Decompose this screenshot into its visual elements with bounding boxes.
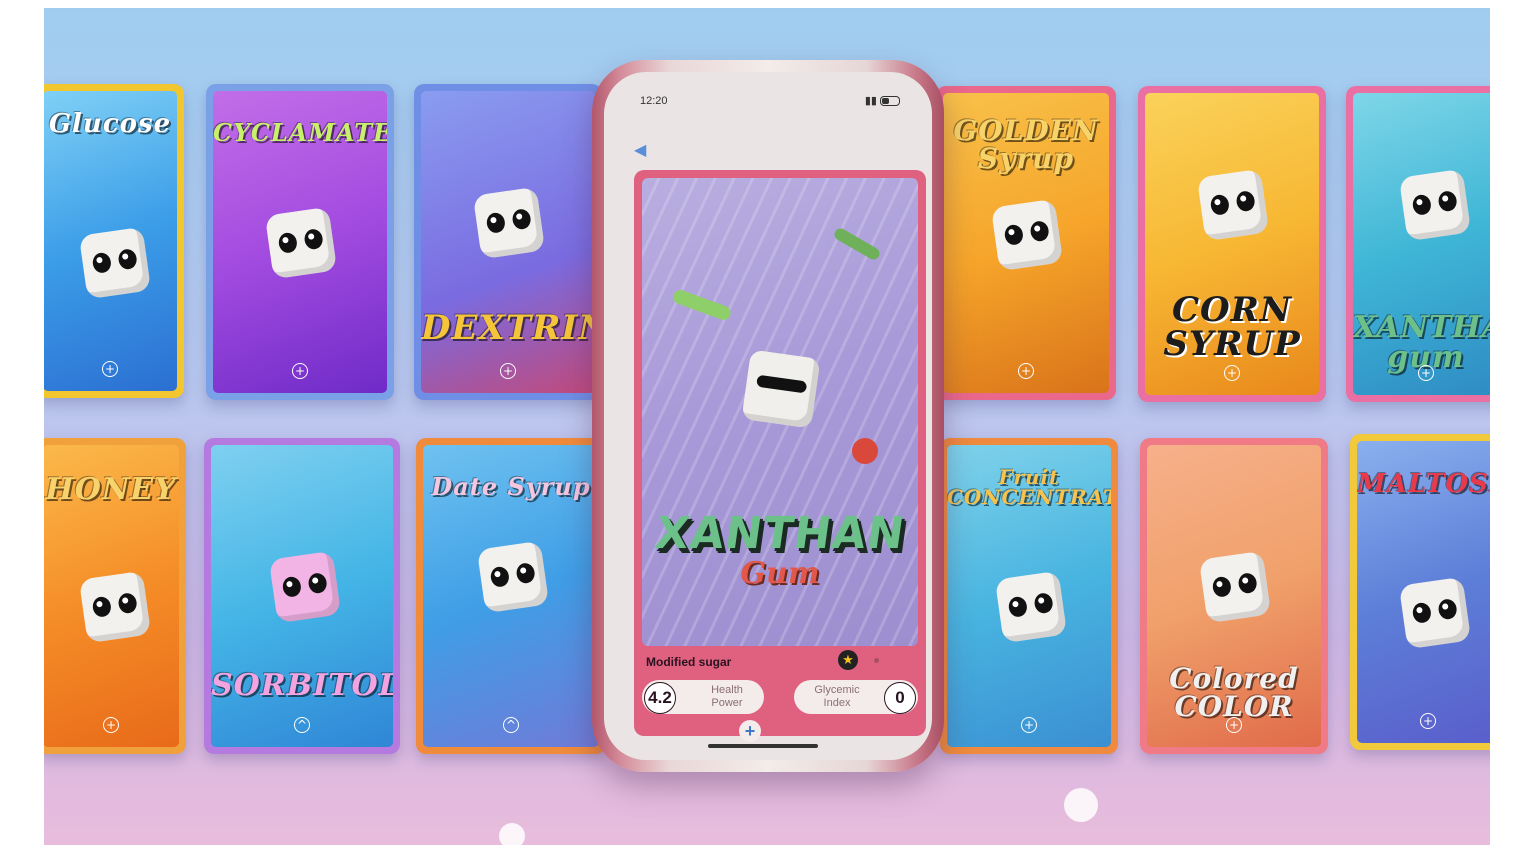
page-dot — [874, 658, 879, 663]
add-card-icon[interactable]: + — [292, 363, 308, 379]
card-title: HONEY — [45, 472, 177, 507]
card-glucose[interactable]: Glucose + — [44, 84, 184, 398]
mascot — [1198, 550, 1272, 624]
bokeh-light — [499, 823, 525, 845]
gallery-stage: Glucose + CYCLAMATE + DEXTRIN + GOLDEN S… — [44, 8, 1490, 845]
bokeh-light — [1064, 788, 1098, 822]
mascot — [476, 540, 550, 614]
add-card-icon[interactable]: + — [1018, 363, 1034, 379]
signal-icon: ▮▮ — [864, 95, 877, 107]
mascot — [264, 206, 338, 280]
card-title: Glucose — [48, 109, 172, 139]
glycemic-index-label: Glycemic Index — [814, 684, 860, 709]
featured-card-art: XANTHAN Gum — [642, 178, 918, 646]
home-indicator[interactable] — [708, 744, 818, 748]
back-arrow-icon[interactable]: ◀ — [634, 140, 646, 160]
battery-icon — [880, 96, 900, 107]
add-card-icon[interactable]: + — [1224, 365, 1240, 381]
phone-screen: 12:20 ▮▮ ◀ XANTHAN Gum Modified sugar ★ … — [604, 72, 932, 760]
card-dextrin[interactable]: DEXTRIN + — [414, 84, 602, 400]
add-card-icon[interactable]: + — [1021, 717, 1037, 733]
card-title: CORN SYRUP — [1163, 290, 1301, 364]
card-xanthan-gum[interactable]: XANTHAN gum + — [1346, 86, 1490, 402]
card-title: MALTOSE — [1357, 469, 1490, 499]
card-title: SORBITOL — [211, 668, 393, 703]
card-sorbitol[interactable]: SORBITOL ^ — [204, 438, 400, 754]
card-honey[interactable]: HONEY + — [44, 438, 186, 754]
phone-mockup: 12:20 ▮▮ ◀ XANTHAN Gum Modified sugar ★ … — [592, 60, 944, 772]
status-time: 12:20 — [640, 95, 668, 107]
expand-card-icon[interactable]: ^ — [503, 717, 519, 733]
card-title: XANTHAN gum — [1353, 310, 1490, 375]
expand-card-icon[interactable]: ^ — [294, 717, 310, 733]
tomato-slice — [852, 438, 878, 464]
add-card-icon[interactable]: + — [1418, 365, 1434, 381]
add-card-icon[interactable]: + — [102, 361, 118, 377]
card-title: Colored COLOR — [1169, 662, 1299, 723]
mascot — [990, 198, 1064, 272]
health-power-label: Health Power — [711, 684, 743, 709]
add-card-icon[interactable]: + — [500, 363, 516, 379]
mascot — [78, 226, 152, 300]
card-caramel-color[interactable]: Colored COLOR + — [1140, 438, 1328, 754]
health-power-value: 4.2 — [644, 682, 676, 714]
card-title: Fruit CONCENTRATE — [947, 465, 1111, 509]
add-card-icon[interactable]: + — [1226, 717, 1242, 733]
card-maltose[interactable]: MALTOSE + — [1350, 434, 1490, 750]
featured-title: XANTHAN — [651, 508, 909, 559]
mascot — [994, 570, 1068, 644]
glycemic-index-pill: Glycemic Index 0 — [794, 680, 918, 714]
card-cyclamate[interactable]: CYCLAMATE + — [206, 84, 394, 400]
mascot — [472, 186, 546, 260]
featured-card[interactable]: XANTHAN Gum Modified sugar ★ 4.2 Health P… — [634, 170, 926, 736]
glycemic-index-value: 0 — [884, 682, 916, 714]
add-card-icon[interactable]: + — [103, 717, 119, 733]
add-card-icon[interactable]: + — [1420, 713, 1436, 729]
mascot — [1398, 576, 1472, 650]
mascot — [1398, 168, 1472, 242]
health-power-pill: 4.2 Health Power — [642, 680, 764, 714]
card-fruit-concentrate[interactable]: Fruit CONCENTRATE + — [940, 438, 1118, 754]
featured-category: Modified sugar — [646, 655, 732, 669]
mascot — [741, 349, 821, 429]
star-icon[interactable]: ★ — [838, 650, 858, 670]
mascot — [268, 550, 342, 624]
card-date-syrup[interactable]: Date Syrup ^ — [416, 438, 606, 754]
card-title: Date Syrup — [431, 472, 591, 501]
card-golden-syrup[interactable]: GOLDEN Syrup + — [936, 86, 1116, 400]
status-icons: ▮▮ — [865, 94, 900, 107]
card-title: CYCLAMATE — [213, 118, 387, 147]
card-title: GOLDEN Syrup — [953, 114, 1099, 175]
mascot — [78, 570, 152, 644]
featured-subtitle: Gum — [740, 556, 820, 591]
card-corn-syrup[interactable]: CORN SYRUP + — [1138, 86, 1326, 402]
add-button[interactable]: + — [739, 720, 761, 742]
mascot — [1196, 168, 1270, 242]
card-title: DEXTRIN — [421, 308, 595, 348]
